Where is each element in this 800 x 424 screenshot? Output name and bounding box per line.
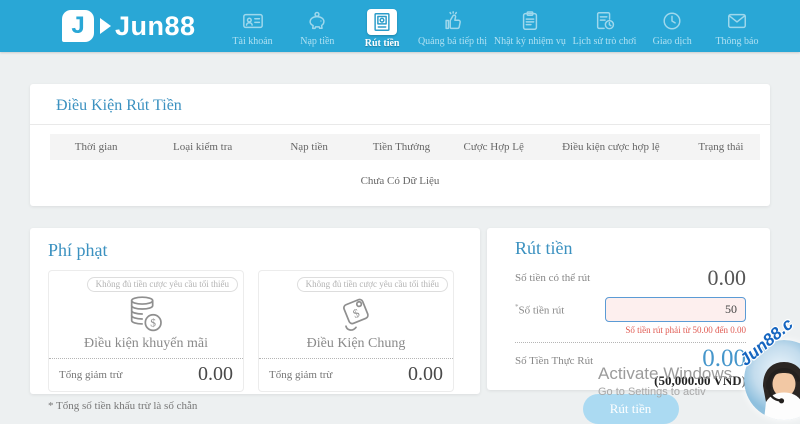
column-header: Cược Hợp Lệ <box>463 141 524 153</box>
nav-item-notifications[interactable]: Thông báo <box>708 3 766 49</box>
general-condition-label: Điều Kiện Chung <box>306 336 406 351</box>
svg-text:$: $ <box>150 317 156 330</box>
general-total-row: Tổng giảm trừ 0.00 <box>259 358 453 391</box>
penalty-footnote: * Tổng số tiền khấu trừ là số chẵn <box>48 400 198 412</box>
total-deduction-label: Tổng giảm trừ <box>269 368 333 381</box>
empty-state-text: Chưa Có Dữ Liệu <box>360 175 440 187</box>
thumbs-up-icon <box>441 9 465 33</box>
withdraw-amount-input[interactable] <box>605 297 746 322</box>
total-deduction-value: 0.00 <box>408 363 443 385</box>
activate-windows-line2: Go to Settings to activ <box>598 386 706 398</box>
column-header: Điều kiện cược hợp lệ <box>562 141 660 153</box>
play-triangle-icon <box>100 18 111 34</box>
column-header: Thời gian <box>74 141 118 153</box>
tooltip-pill: Không đủ tiền cược yêu cầu tối thiểu <box>296 277 448 292</box>
nav-label: Thông báo <box>715 36 759 47</box>
divider <box>515 342 746 343</box>
nav-label: Nạp tiền <box>300 36 335 47</box>
nav-label: Rút tiền <box>364 38 400 49</box>
withdraw-card-title: Rút tiền <box>515 238 573 258</box>
nav-item-deposit[interactable]: Nạp tiền <box>288 3 346 49</box>
penalty-card-title: Phí phạt <box>48 240 108 260</box>
available-amount-row: Số tiền có thể rút 0.00 <box>515 265 746 291</box>
actual-amount-label: Số Tiền Thực Rút <box>515 355 594 367</box>
penalty-fee-card: Phí phạt Không đủ tiền cược yêu cầu tối … <box>30 228 480 412</box>
column-header: Tiền Thưởng <box>372 141 431 153</box>
clipboard-icon <box>518 9 542 33</box>
nav-label: Tài khoản <box>232 36 273 47</box>
withdraw-submit-button[interactable]: Rút tiền <box>582 393 679 424</box>
history-doc-icon <box>593 9 617 33</box>
column-header: Trạng thái <box>698 141 744 153</box>
jun88-logo[interactable]: J Jun88 <box>62 10 196 42</box>
activate-windows-watermark: Activate Windows Go to Settings to activ <box>598 364 732 398</box>
nav-item-transactions[interactable]: Giao dịch <box>643 3 701 49</box>
top-header: J Jun88 Tài khoản Nạp tiền Rút tiền Quản… <box>0 0 800 52</box>
jun88-logo-mark-icon: J <box>62 10 94 42</box>
coins-icon: $ <box>120 293 172 335</box>
column-header: Loại kiểm tra <box>173 141 233 153</box>
nav-item-affiliate[interactable]: Quảng bá tiếp thị <box>418 3 487 49</box>
conditions-card-title: Điều Kiện Rút Tiền <box>30 84 770 125</box>
activate-windows-line1: Activate Windows <box>598 364 733 383</box>
nav-label: Quảng bá tiếp thị <box>417 36 488 47</box>
nav-item-account[interactable]: Tài khoản <box>224 3 282 49</box>
nav-label: Lịch sử trò chơi <box>572 36 637 47</box>
withdraw-amount-row: *Số tiền rút <box>515 297 746 322</box>
promo-condition-box: Không đủ tiền cược yêu cầu tối thiểu $ Đ… <box>48 270 244 392</box>
amount-range-hint: Số tiền rút phải từ 50.00 đến 0.00 <box>625 325 746 335</box>
id-card-icon <box>241 9 265 33</box>
nav-label: Giao dịch <box>652 36 692 47</box>
nav-item-withdraw[interactable]: Rút tiền <box>353 3 411 49</box>
promo-condition-label: Điều kiện khuyến mãi <box>83 336 209 351</box>
general-condition-box: Không đủ tiền cược yêu cầu tối thiểu $ Đ… <box>258 270 454 392</box>
atm-icon <box>367 9 398 35</box>
svg-text:$: $ <box>351 306 362 321</box>
mail-icon <box>725 9 749 33</box>
available-amount-label: Số tiền có thể rút <box>515 272 591 284</box>
available-amount-value: 0.00 <box>707 265 747 290</box>
penalty-boxes: Không đủ tiền cược yêu cầu tối thiểu $ Đ… <box>48 270 462 392</box>
total-deduction-value: 0.00 <box>198 363 233 385</box>
nav-label: Nhật ký nhiệm vụ <box>493 36 566 47</box>
withdraw-amount-label: *Số tiền rút <box>515 302 565 317</box>
promo-total-row: Tổng giảm trừ 0.00 <box>49 358 243 391</box>
withdrawal-conditions-card: Điều Kiện Rút Tiền Thời gian Loại kiểm t… <box>30 84 770 206</box>
nav-item-task-log[interactable]: Nhật ký nhiệm vụ <box>494 3 566 49</box>
price-tag-icon: $ <box>330 293 382 335</box>
main-nav: Tài khoản Nạp tiền Rút tiền Quảng bá tiế… <box>224 3 800 49</box>
clock-icon <box>660 9 684 33</box>
jun88-logo-text: Jun88 <box>115 10 196 41</box>
total-deduction-label: Tổng giảm trừ <box>59 368 123 381</box>
column-header: Nạp tiền <box>290 141 328 153</box>
conditions-table-header: Thời gian Loại kiểm tra Nạp tiền Tiền Th… <box>50 134 760 160</box>
nav-item-game-history[interactable]: Lịch sử trò chơi <box>572 3 637 49</box>
tooltip-pill: Không đủ tiền cược yêu cầu tối thiểu <box>86 277 238 292</box>
piggy-bank-icon <box>305 9 329 33</box>
